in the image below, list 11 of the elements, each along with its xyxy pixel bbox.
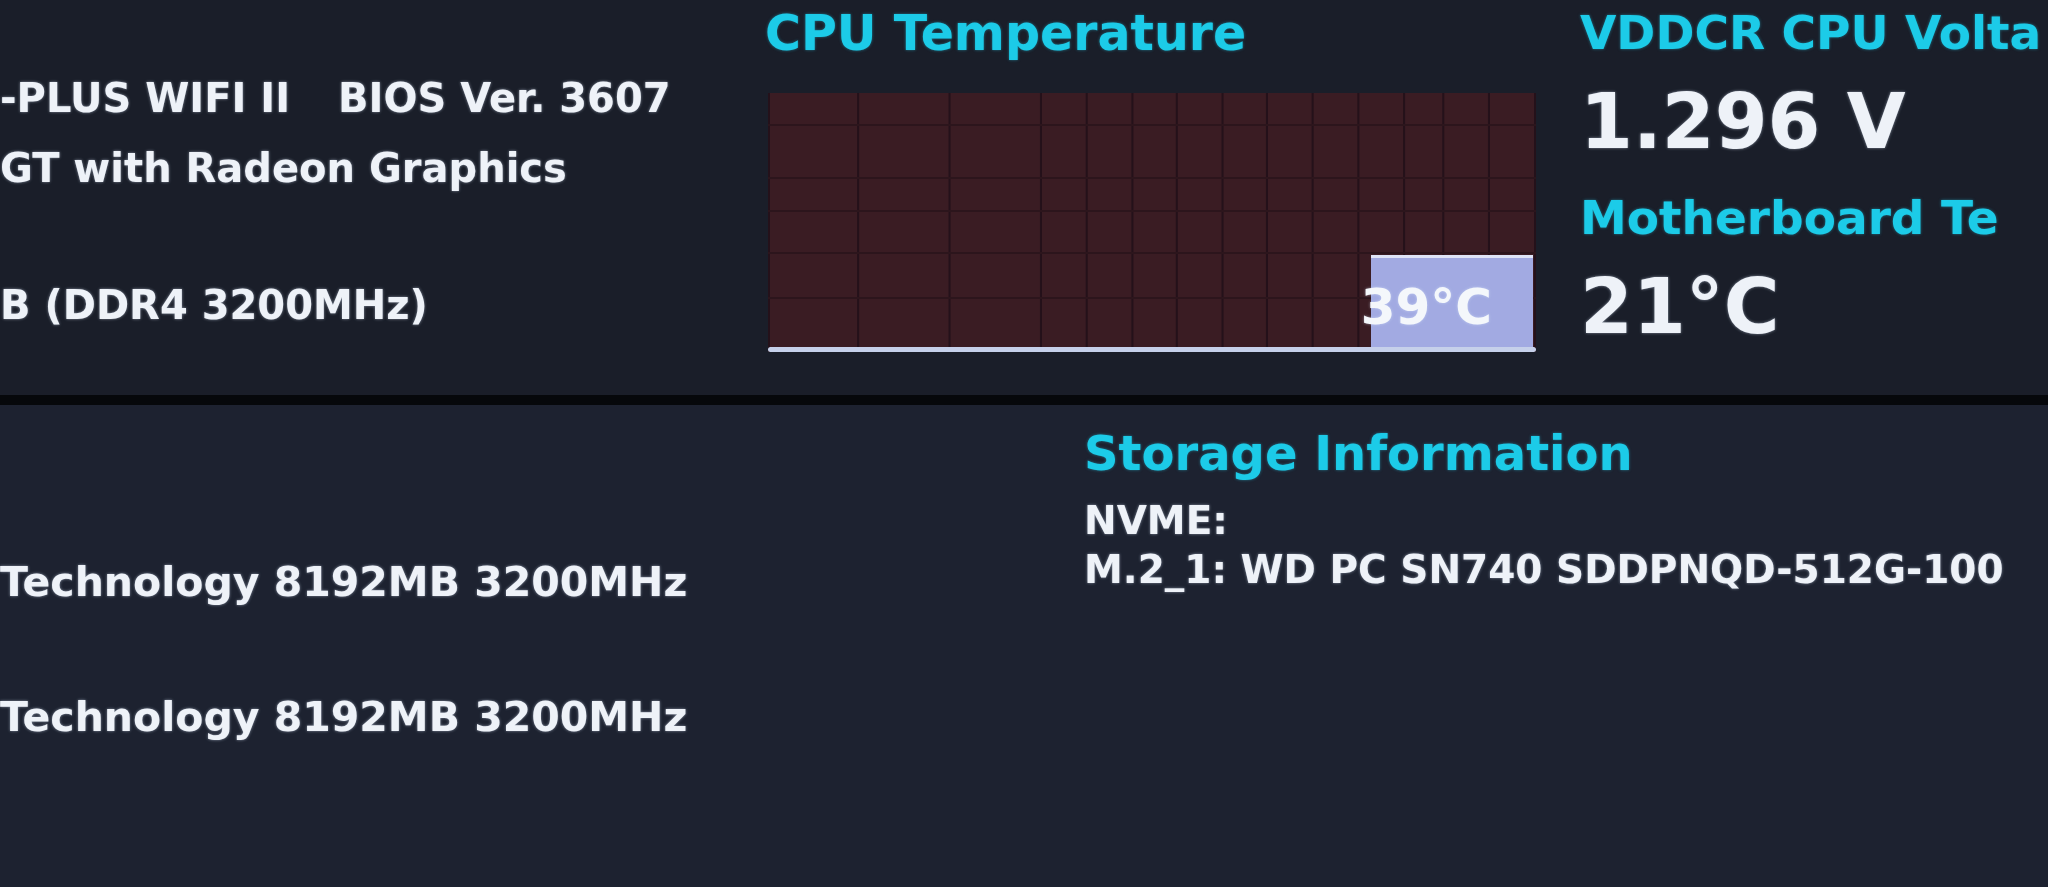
memory-summary: B (DDR4 3200MHz) [0,285,428,325]
sensor-title: VDDCR CPU Volta [1580,9,2042,56]
memory-module: Technology 8192MB 3200MHz [0,562,688,603]
sensor-value: 21°C [1580,269,1780,345]
cpu-temperature-title: CPU Temperature [765,9,1247,58]
bios-version: BIOS Ver. 3607 [338,78,671,118]
memory-module: Technology 8192MB 3200MHz [0,697,688,738]
sensor-title: Motherboard Te [1580,194,1999,241]
board-model: -PLUS WIFI II [0,78,291,118]
storage-type: NVME: [1084,501,1228,540]
sensor-value: 1.296 V [1580,84,1906,160]
